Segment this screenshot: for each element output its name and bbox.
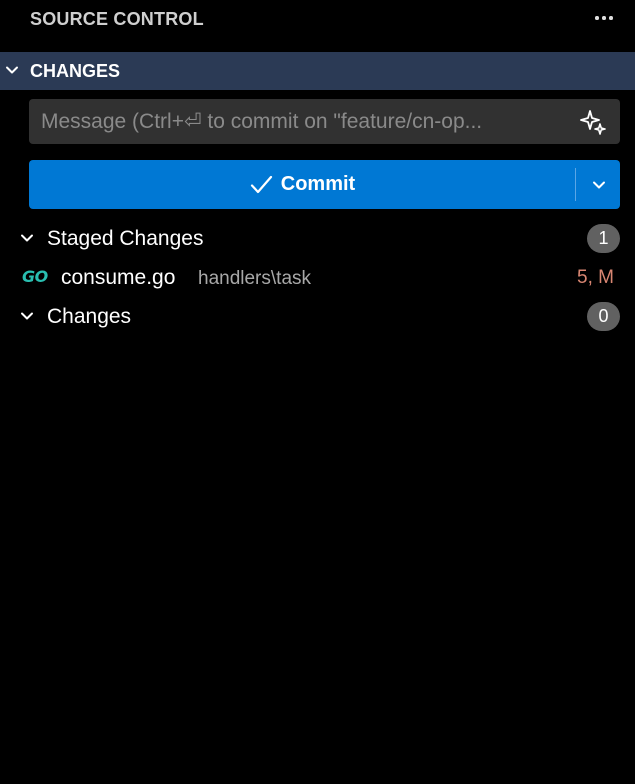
group-label: Changes — [47, 305, 132, 328]
changes-group[interactable]: Changes 0 — [0, 297, 635, 335]
chevron-down-icon — [21, 234, 33, 242]
section-title: CHANGES — [30, 61, 121, 81]
file-name: consume.go — [61, 266, 176, 289]
file-status: 5, M — [577, 267, 614, 288]
commit-button[interactable]: Commit — [29, 160, 575, 209]
chevron-down-icon — [6, 66, 18, 74]
ellipsis-dot — [609, 16, 613, 20]
count-badge: 1 — [587, 224, 620, 253]
commit-message-input[interactable] — [41, 99, 561, 144]
source-control-panel: SOURCE CONTROL CHANGES Commit — [0, 0, 635, 784]
ellipsis-dot — [602, 16, 606, 20]
chevron-down-icon — [592, 181, 605, 188]
commit-message-box — [29, 99, 620, 144]
sparkle-icon[interactable] — [578, 107, 608, 137]
more-actions-button[interactable] — [591, 6, 617, 30]
group-label: Staged Changes — [47, 227, 204, 250]
go-file-icon: GO — [22, 267, 48, 286]
file-path: handlers\task — [198, 268, 312, 289]
view-title: SOURCE CONTROL — [30, 9, 204, 29]
file-item[interactable]: GO consume.go handlers\task 5, M — [0, 258, 635, 296]
changes-section-header[interactable]: CHANGES — [0, 52, 635, 90]
check-icon — [250, 175, 272, 193]
count-badge: 0 — [587, 302, 620, 331]
commit-dropdown-button[interactable] — [577, 160, 620, 209]
commit-button-divider — [575, 168, 576, 201]
staged-changes-group[interactable]: Staged Changes 1 — [0, 219, 635, 257]
view-header: SOURCE CONTROL — [0, 0, 635, 38]
commit-button-group: Commit — [29, 160, 620, 209]
ellipsis-icon — [595, 16, 599, 20]
chevron-down-icon — [21, 312, 33, 320]
commit-button-label: Commit — [280, 173, 356, 195]
